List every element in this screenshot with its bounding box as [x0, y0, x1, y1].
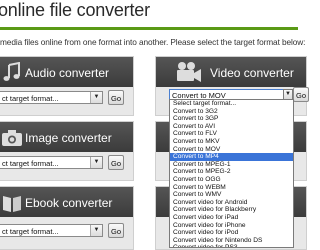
dropdown-option[interactable]: Convert to WEBM [170, 184, 293, 192]
dropdown-option[interactable]: Convert video for iPad [170, 214, 293, 222]
chevron-down-icon: ▼ [90, 92, 102, 103]
camera-icon [2, 130, 22, 146]
image-format-select-value: ct target format... [2, 159, 59, 168]
page-title: online file converter [0, 0, 150, 20]
chevron-down-icon: ▼ [90, 157, 102, 168]
dropdown-option[interactable]: Convert to MP4 [170, 153, 293, 161]
ebook-go-button[interactable]: Go [108, 223, 124, 238]
dropdown-option[interactable]: Convert video for iPod [170, 229, 293, 237]
video-converter-title: Video converter [210, 66, 294, 80]
music-note-icon [3, 62, 20, 81]
title-divider [0, 27, 298, 30]
ebook-format-select-value: ct target format... [2, 227, 59, 236]
dropdown-option[interactable]: Select target format... [170, 100, 293, 108]
dropdown-option[interactable]: Convert video for PS3 [170, 244, 293, 247]
video-go-button[interactable]: Go [293, 87, 309, 102]
ebook-converter-panel: Ebook converter ct target format... ▼ Go [0, 186, 134, 250]
book-icon [3, 196, 21, 212]
audio-format-select[interactable]: ct target format... ▼ [0, 91, 103, 104]
ebook-converter-title: Ebook converter [25, 196, 113, 210]
dropdown-option[interactable]: Convert video for Blackberry [170, 206, 293, 214]
image-converter-panel: Image converter ct target format... ▼ Go [0, 121, 134, 181]
dropdown-option[interactable]: Convert to WMV [170, 191, 293, 199]
page-subtitle: media files online from one format into … [0, 37, 306, 47]
header: online file converter [0, 0, 298, 30]
video-camera-icon [177, 62, 201, 82]
dropdown-option[interactable]: Convert to MPEG-2 [170, 168, 293, 176]
audio-converter-panel: Audio converter ct target format... ▼ Go [0, 56, 134, 116]
dropdown-option[interactable]: Convert to MPEG-1 [170, 161, 293, 169]
image-format-select[interactable]: ct target format... ▼ [0, 156, 103, 169]
audio-converter-title: Audio converter [25, 66, 110, 80]
dropdown-option[interactable]: Convert video for iPhone [170, 222, 293, 230]
dropdown-option[interactable]: Convert to 3G2 [170, 108, 293, 116]
video-format-dropdown-list[interactable]: Select target format... Convert to 3G2 Con… [169, 99, 294, 248]
chevron-down-icon: ▼ [90, 225, 102, 236]
dropdown-option[interactable]: Convert to FLV [170, 130, 293, 138]
dropdown-option[interactable]: Convert video for Nintendo DS [170, 237, 293, 245]
image-converter-title: Image converter [25, 131, 112, 145]
audio-format-select-value: ct target format... [2, 94, 59, 103]
ebook-format-select[interactable]: ct target format... ▼ [0, 224, 103, 237]
dropdown-option[interactable]: Convert to AVI [170, 123, 293, 131]
image-go-button[interactable]: Go [108, 155, 124, 170]
dropdown-option[interactable]: Convert to MKV [170, 138, 293, 146]
dropdown-option[interactable]: Convert to MOV [170, 146, 293, 154]
dropdown-option[interactable]: Convert to 3GP [170, 115, 293, 123]
audio-go-button[interactable]: Go [108, 90, 124, 105]
dropdown-option[interactable]: Convert to OGG [170, 176, 293, 184]
dropdown-option[interactable]: Convert video for Android [170, 199, 293, 207]
